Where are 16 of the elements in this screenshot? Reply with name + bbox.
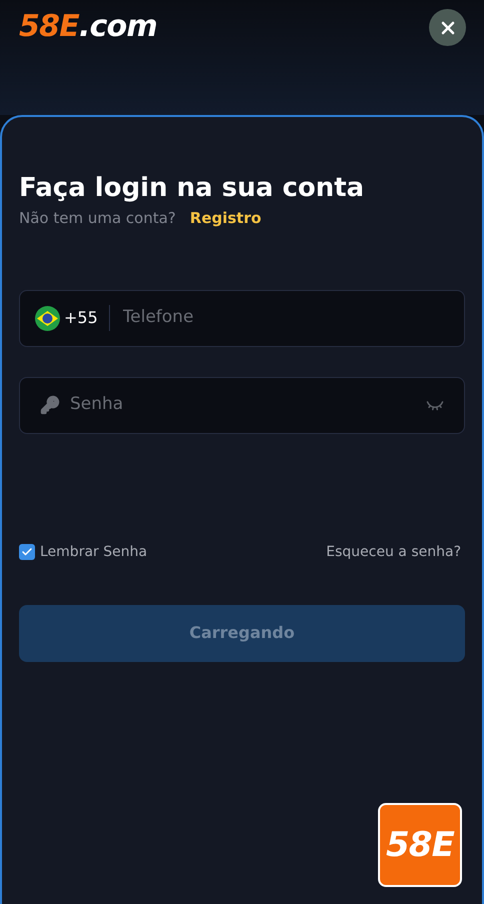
phone-field[interactable]: +55 Telefone [19,290,465,346]
check-icon [21,546,33,558]
remember-label: Lembrar Senha [40,542,148,562]
brazil-flag-icon [35,306,60,330]
site-logo: 58E.com [19,12,158,42]
phone-input[interactable]: Telefone [122,305,449,331]
no-account-text: Não tem uma conta? [19,208,176,229]
register-link[interactable]: Registro [190,207,262,230]
forgot-password-link[interactable]: Esqueceu a senha? [326,542,461,562]
remember-checkbox[interactable] [19,544,35,560]
close-button[interactable] [429,9,466,46]
key-icon [40,395,60,415]
password-field[interactable]: Senha [19,376,465,434]
country-code: +55 [64,307,98,329]
password-input[interactable]: Senha [70,392,426,418]
login-title: Faça login na sua conta [19,172,366,205]
